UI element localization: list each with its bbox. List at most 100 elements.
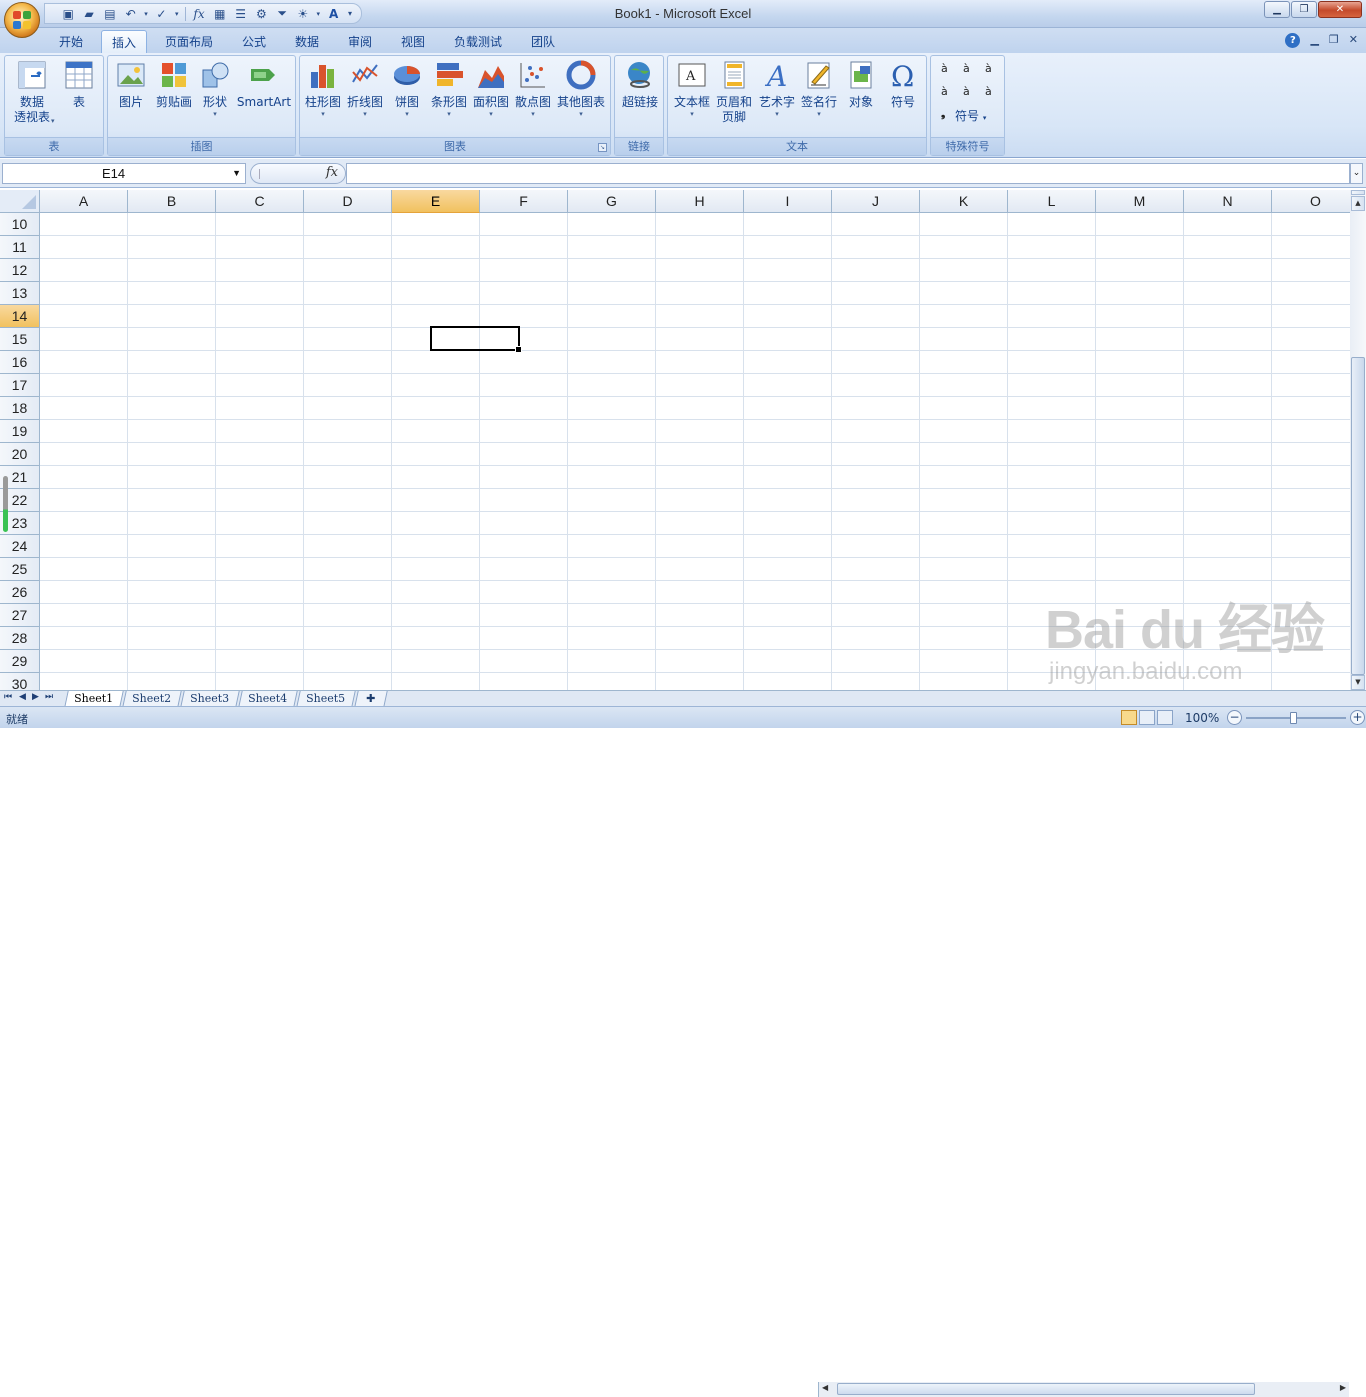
symbol-dropdown[interactable]: 符号 ▾ xyxy=(955,107,986,124)
row-header[interactable]: 26 xyxy=(0,581,40,604)
scatter-chart-button[interactable]: 散点图 ▾ xyxy=(513,60,553,119)
row-header[interactable]: 29 xyxy=(0,650,40,673)
header-footer-button[interactable]: 页眉和 页脚 xyxy=(713,60,755,125)
symbol-char[interactable]: à xyxy=(985,85,992,98)
tab-data[interactable]: 数据 xyxy=(284,30,330,53)
column-header[interactable]: E xyxy=(392,190,480,213)
next-sheet-icon[interactable]: ▶ xyxy=(32,692,39,702)
row-header[interactable]: 12 xyxy=(0,259,40,282)
sheet-tab[interactable]: Sheet1 xyxy=(64,691,124,707)
tab-page-layout[interactable]: 页面布局 xyxy=(155,30,223,53)
wordart-button[interactable]: A 艺术字 ▾ xyxy=(757,60,797,119)
sheet-tab[interactable]: Sheet2 xyxy=(122,691,182,707)
sheet-tab[interactable]: Sheet4 xyxy=(238,691,298,707)
picture-button[interactable]: 图片 xyxy=(112,60,150,110)
column-header[interactable]: A xyxy=(40,190,128,213)
column-header[interactable]: L xyxy=(1008,190,1096,213)
horizontal-scroll-thumb[interactable] xyxy=(837,1383,1255,1395)
prev-sheet-icon[interactable]: ◀ xyxy=(19,692,26,702)
line-chart-button[interactable]: 折线图 ▾ xyxy=(345,60,385,119)
restore-icon[interactable]: ❐ xyxy=(1291,1,1317,18)
symbol-char[interactable]: ❟ xyxy=(941,107,945,121)
zoom-out-icon[interactable]: − xyxy=(1227,710,1242,725)
insert-function-button[interactable]: fx xyxy=(326,165,338,180)
column-header[interactable]: H xyxy=(656,190,744,213)
row-header[interactable]: 18 xyxy=(0,397,40,420)
row-header[interactable]: 27 xyxy=(0,604,40,627)
signature-line-button[interactable]: 签名行 ▾ xyxy=(799,60,839,119)
minimize-icon[interactable]: ▁ xyxy=(1264,1,1290,18)
vertical-scroll-thumb[interactable] xyxy=(1351,357,1365,675)
ribbon-close-icon[interactable]: ✕ xyxy=(1349,33,1358,48)
expand-formula-bar-icon[interactable]: ⌄ xyxy=(1350,163,1363,184)
scroll-left-icon[interactable]: ◀ xyxy=(822,1383,828,1392)
zoom-level[interactable]: 100% xyxy=(1185,711,1219,725)
column-header[interactable]: M xyxy=(1096,190,1184,213)
page-layout-view-icon[interactable] xyxy=(1139,710,1155,725)
normal-view-icon[interactable] xyxy=(1121,710,1137,725)
zoom-slider-thumb[interactable] xyxy=(1290,712,1297,724)
row-header[interactable]: 17 xyxy=(0,374,40,397)
tab-insert[interactable]: 插入 xyxy=(101,30,147,53)
pivot-table-button[interactable]: 数据 透视表 ▾ xyxy=(7,60,57,125)
scroll-down-icon[interactable]: ▼ xyxy=(1351,675,1365,690)
split-box-icon[interactable] xyxy=(1351,190,1365,195)
column-header[interactable]: D xyxy=(304,190,392,213)
tab-view[interactable]: 视图 xyxy=(390,30,436,53)
row-header[interactable]: 11 xyxy=(0,236,40,259)
row-header[interactable]: 10 xyxy=(0,213,40,236)
shapes-button[interactable]: 形状 ▾ xyxy=(198,60,232,119)
object-button[interactable]: 对象 xyxy=(841,60,881,110)
row-header[interactable]: 16 xyxy=(0,351,40,374)
column-header[interactable]: C xyxy=(216,190,304,213)
column-header[interactable]: O xyxy=(1272,190,1350,213)
row-header[interactable]: 25 xyxy=(0,558,40,581)
textbox-button[interactable]: A 文本框 ▾ xyxy=(672,60,712,119)
horizontal-scrollbar[interactable]: ◀ ▶ xyxy=(818,1382,1349,1397)
sheet-tab[interactable]: Sheet3 xyxy=(180,691,240,707)
area-chart-button[interactable]: 面积图 ▾ xyxy=(471,60,511,119)
row-header[interactable]: 24 xyxy=(0,535,40,558)
hyperlink-button[interactable]: 超链接 xyxy=(618,60,662,110)
zoom-in-icon[interactable]: + xyxy=(1350,710,1365,725)
tab-formulas[interactable]: 公式 xyxy=(230,30,278,53)
row-header[interactable]: 28 xyxy=(0,627,40,650)
clipart-button[interactable]: 剪贴画 xyxy=(152,60,196,110)
page-break-view-icon[interactable] xyxy=(1157,710,1173,725)
table-button[interactable]: 表 xyxy=(59,60,99,110)
symbol-button[interactable]: Ω 符号 xyxy=(883,60,923,110)
row-header[interactable]: 19 xyxy=(0,420,40,443)
close-icon[interactable]: ✕ xyxy=(1318,1,1362,18)
column-header[interactable]: K xyxy=(920,190,1008,213)
column-header[interactable]: I xyxy=(744,190,832,213)
column-header[interactable]: N xyxy=(1184,190,1272,213)
other-charts-button[interactable]: 其他图表 ▾ xyxy=(555,60,607,119)
office-button[interactable] xyxy=(4,2,40,38)
symbol-char[interactable]: à xyxy=(963,85,970,98)
help-icon[interactable]: ? xyxy=(1285,33,1301,48)
sheet-tab[interactable]: Sheet5 xyxy=(296,691,356,707)
column-header[interactable]: B xyxy=(128,190,216,213)
smartart-button[interactable]: SmartArt xyxy=(234,60,294,110)
row-header[interactable]: 30 xyxy=(0,673,40,690)
row-header[interactable]: 13 xyxy=(0,282,40,305)
tab-review[interactable]: 审阅 xyxy=(337,30,383,53)
pie-chart-button[interactable]: 饼图 ▾ xyxy=(387,60,427,119)
row-header[interactable]: 14 xyxy=(0,305,40,328)
tab-home[interactable]: 开始 xyxy=(48,30,94,53)
tab-team[interactable]: 团队 xyxy=(520,30,566,53)
symbol-char[interactable]: à xyxy=(941,85,948,98)
symbol-char[interactable]: à xyxy=(985,62,992,75)
formula-input[interactable] xyxy=(346,163,1350,184)
first-sheet-icon[interactable]: ⏮ xyxy=(4,692,12,702)
bar-chart-button[interactable]: 条形图 ▾ xyxy=(429,60,469,119)
charts-dialog-launcher-icon[interactable]: ↘ xyxy=(598,143,607,152)
ribbon-restore-icon[interactable]: ❐ xyxy=(1329,33,1339,48)
select-all-button[interactable] xyxy=(0,190,40,213)
symbol-char[interactable]: à xyxy=(963,62,970,75)
vertical-scrollbar[interactable]: ▲ ▼ xyxy=(1350,190,1366,690)
ribbon-minimize-icon[interactable]: ▁ xyxy=(1310,33,1318,48)
cell-area[interactable] xyxy=(40,213,1350,690)
scroll-right-icon[interactable]: ▶ xyxy=(1340,1383,1346,1392)
tab-load-test[interactable]: 负载测试 xyxy=(443,30,513,53)
